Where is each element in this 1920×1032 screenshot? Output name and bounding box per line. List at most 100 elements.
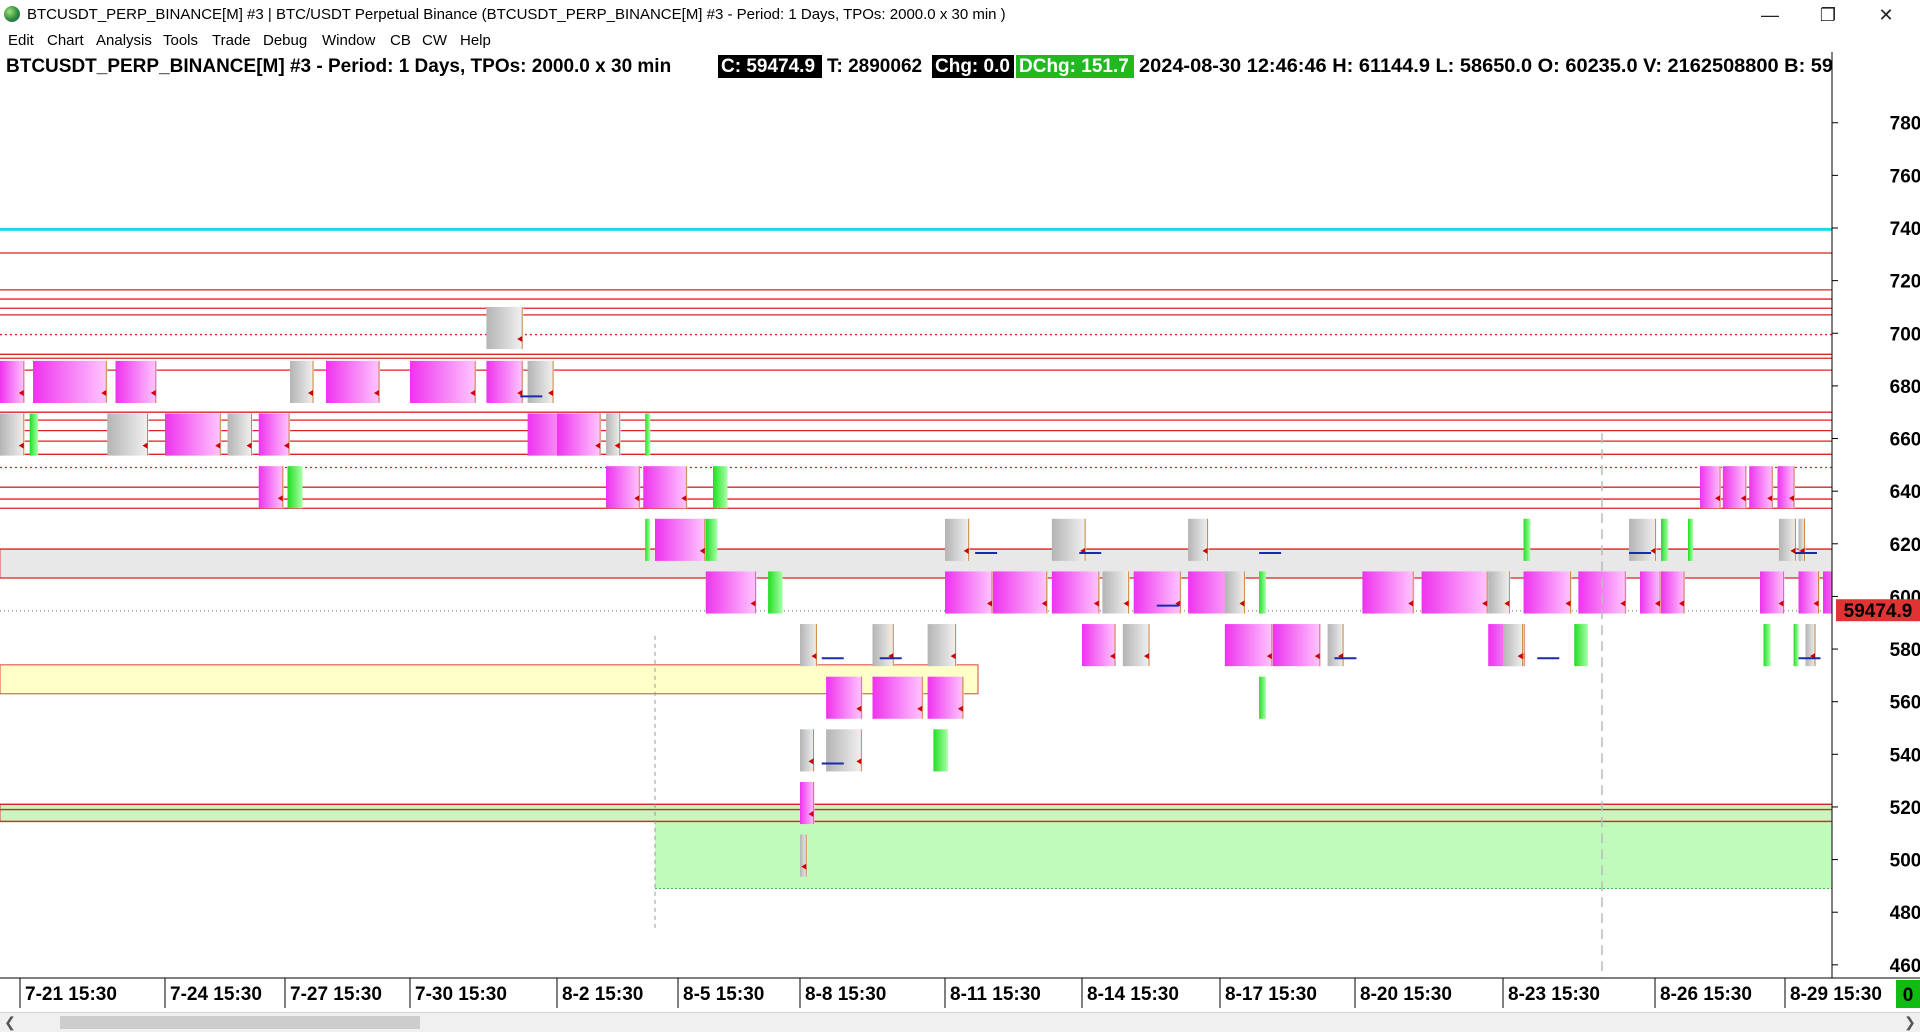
menu-analysis[interactable]: Analysis (96, 32, 152, 49)
close-button[interactable]: ✕ (1858, 0, 1914, 30)
tpo-block (1051, 518, 1087, 561)
x-axis-tick-label: 8-5 15:30 (683, 984, 764, 1005)
tpo-block (1102, 571, 1130, 614)
tpo-block (826, 729, 863, 772)
x-axis-tick-label: 8-26 15:30 (1660, 984, 1752, 1005)
tpo-block (1688, 518, 1693, 561)
x-axis-tick-label: 7-21 15:30 (25, 984, 117, 1005)
menu-edit[interactable]: Edit (8, 32, 34, 49)
tpo-block (872, 676, 924, 719)
scroll-right-icon[interactable]: ❯ (1900, 1013, 1920, 1032)
chart-header: BTCUSDT_PERP_BINANCE[M] #3 - Period: 1 D… (6, 55, 1833, 78)
tpo-block (1629, 518, 1657, 561)
scroll-left-icon[interactable]: ❮ (0, 1013, 20, 1032)
y-axis-tick-label: 54000.0 (1890, 745, 1920, 766)
tpo-block (645, 518, 651, 561)
tpo-block (115, 360, 157, 403)
menu-cb[interactable]: CB (390, 32, 411, 49)
tpo-block (287, 466, 303, 509)
tpo-block (713, 466, 728, 509)
y-axis-tick-label: 70000.0 (1890, 324, 1920, 345)
x-axis-tick-label: 7-24 15:30 (170, 984, 262, 1005)
tpo-block (227, 413, 253, 456)
zone-band (655, 821, 1832, 889)
menu-cw[interactable]: CW (422, 32, 447, 49)
tpo-block (1327, 624, 1345, 667)
tpo-block (290, 360, 314, 403)
tpo-block (557, 413, 602, 456)
tpo-block (1661, 518, 1669, 561)
header-stats: 2024-08-30 12:46:46 H: 61144.9 L: 58650.… (1139, 56, 1833, 77)
header-ticks: T: 2890062 (827, 56, 922, 77)
tpo-block (705, 518, 718, 561)
tpo-block (606, 413, 621, 456)
chart-area[interactable]: 78000.0 76000.0 74000.0 72000.0 70000.0 68000… (0, 52, 1920, 1012)
tpo-block (1259, 676, 1266, 719)
tpo-block (1224, 571, 1246, 614)
tpo-block (1574, 624, 1588, 667)
tpo-block (486, 360, 524, 403)
tpo-block (1640, 571, 1661, 614)
tpo-chart[interactable]: 78000.0 76000.0 74000.0 72000.0 70000.0 68000… (0, 52, 1920, 1012)
header-dchange: DChg: 151.7 (1019, 56, 1129, 77)
menu-trade[interactable]: Trade (212, 32, 251, 49)
y-axis-tick-label: 62000.0 (1890, 535, 1920, 556)
y-axis-tick-label: 68000.0 (1890, 377, 1920, 398)
y-axis-tick-label: 58000.0 (1890, 640, 1920, 661)
tpo-block (1760, 571, 1785, 614)
current-price-label: 59474.9 (1844, 601, 1913, 622)
maximize-button[interactable]: ❐ (1800, 0, 1856, 30)
y-axis-tick-label: 78000.0 (1890, 114, 1920, 135)
corner-label: 0 (1903, 985, 1914, 1006)
scroll-thumb[interactable] (60, 1016, 420, 1029)
x-axis-tick-label: 8-17 15:30 (1225, 984, 1317, 1005)
tpo-block (258, 466, 284, 509)
menu-help[interactable]: Help (460, 32, 491, 49)
tpo-block (1722, 466, 1747, 509)
menu-chart[interactable]: Chart (47, 32, 84, 49)
x-axis-tick-label: 8-23 15:30 (1508, 984, 1600, 1005)
app-globe-icon (4, 6, 20, 22)
tpo-block (33, 360, 108, 403)
tpo-block (1188, 518, 1209, 561)
tpo-block (1259, 571, 1266, 614)
horizontal-scrollbar[interactable]: ❮ ❯ (0, 1012, 1920, 1032)
tpo-block (1488, 571, 1511, 614)
tpo-block (872, 624, 895, 667)
tpo-block (1503, 624, 1524, 667)
tpo-block (1362, 571, 1415, 614)
tpo-block (1133, 571, 1182, 614)
y-axis-tick-label: 76000.0 (1890, 166, 1920, 187)
y-axis-tick-label: 66000.0 (1890, 430, 1920, 451)
tpo-block (606, 466, 641, 509)
x-axis-tick-label: 8-14 15:30 (1087, 984, 1179, 1005)
menu-window[interactable]: Window (322, 32, 375, 49)
tpo-block (826, 676, 863, 719)
tpo-block (1224, 624, 1273, 667)
x-axis-tick-label: 8-29 15:30 (1790, 984, 1882, 1005)
y-axis-tick-label: 72000.0 (1890, 272, 1920, 293)
window-title: BTCUSDT_PERP_BINANCE[M] #3 | BTC/USDT Pe… (27, 6, 1006, 23)
tpo-block (486, 306, 524, 350)
tpo-block (1523, 518, 1531, 561)
y-axis-tick-label: 50000.0 (1890, 851, 1920, 872)
tpo-block (1421, 571, 1489, 614)
y-axis-tick-label: 74000.0 (1890, 219, 1920, 240)
title-bar: BTCUSDT_PERP_BINANCE[M] #3 | BTC/USDT Pe… (0, 0, 1920, 30)
x-axis-tick-label: 8-11 15:30 (950, 984, 1041, 1005)
tpo-block (258, 413, 290, 456)
tpo-block (1749, 466, 1774, 509)
tpo-block (0, 413, 25, 456)
menu-debug[interactable]: Debug (263, 32, 307, 49)
tpo-block (410, 360, 477, 403)
y-axis-tick-label: 64000.0 (1890, 482, 1920, 503)
tpo-blocks-layer (0, 306, 1851, 877)
tpo-block (1777, 466, 1795, 509)
minimize-button[interactable]: — (1742, 0, 1798, 30)
tpo-block (927, 676, 964, 719)
tpo-block (1523, 571, 1572, 614)
tpo-block (1661, 571, 1685, 614)
menu-tools[interactable]: Tools (163, 32, 198, 49)
y-axis-tick-label: 52000.0 (1890, 798, 1920, 819)
tpo-block (1122, 624, 1150, 667)
